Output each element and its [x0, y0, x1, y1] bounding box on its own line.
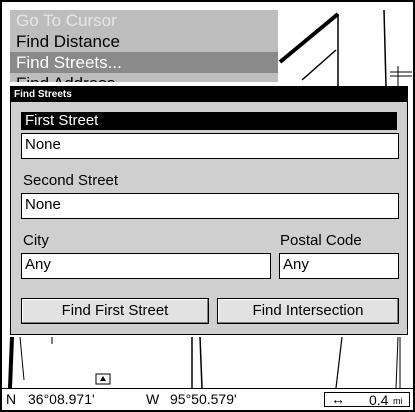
- scale-arrow-icon: ↔: [331, 391, 345, 407]
- scale-unit: mi: [393, 396, 403, 406]
- find-first-street-button[interactable]: Find First Street: [21, 298, 209, 324]
- find-intersection-button[interactable]: Find Intersection: [217, 298, 399, 324]
- scale-value: 0.4: [369, 392, 389, 408]
- menu-item-find-streets[interactable]: Find Streets...: [10, 52, 278, 73]
- map-scale: ↔ 0.4 mi: [324, 391, 410, 408]
- first-street-field[interactable]: None: [21, 133, 399, 159]
- second-street-field[interactable]: None: [21, 193, 399, 219]
- second-street-label: Second Street: [23, 172, 119, 189]
- latitude-value: 36°08.971': [28, 391, 95, 407]
- gps-screen: Go To Cursor Find Distance Find Streets.…: [0, 0, 415, 412]
- first-street-label: First Street: [21, 112, 397, 130]
- postal-code-label: Postal Code: [280, 232, 362, 249]
- context-menu: Go To Cursor Find Distance Find Streets.…: [10, 10, 278, 82]
- city-label: City: [23, 232, 49, 249]
- latitude-hemisphere: N: [6, 391, 17, 407]
- status-bar: N 36°08.971' W 95°50.579' ↔ 0.4 mi: [2, 388, 413, 410]
- menu-item-go-to-cursor[interactable]: Go To Cursor: [10, 10, 278, 31]
- menu-item-find-address[interactable]: Find Address: [10, 73, 278, 82]
- postal-code-field[interactable]: Any: [279, 253, 399, 279]
- find-streets-dialog: Find Streets First Street None Second St…: [10, 86, 408, 335]
- menu-item-find-distance[interactable]: Find Distance: [10, 31, 278, 52]
- dialog-title: Find Streets: [11, 87, 407, 102]
- longitude-value: 95°50.579': [170, 391, 237, 407]
- city-field[interactable]: Any: [21, 253, 271, 279]
- longitude-hemisphere: W: [146, 391, 160, 407]
